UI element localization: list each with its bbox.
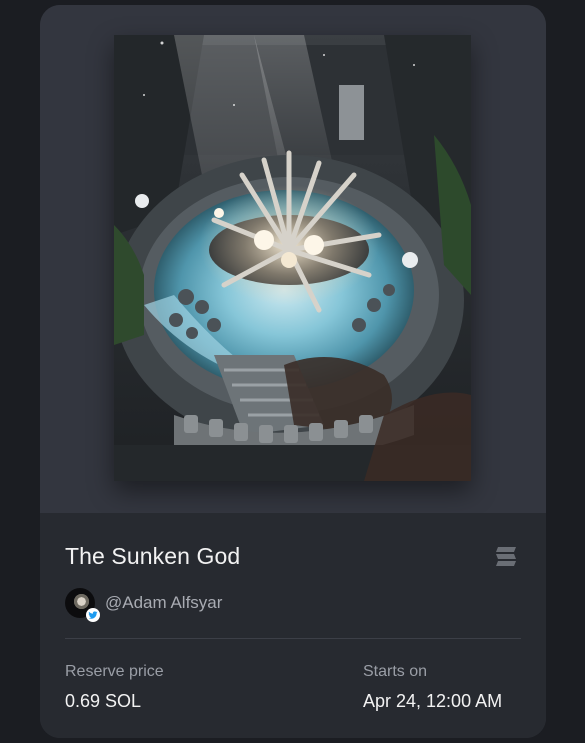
reserve-price-value: 0.69 SOL xyxy=(65,691,142,711)
artwork-area xyxy=(40,5,546,513)
start-date-block: Starts on Apr 24, 12:00 AM xyxy=(363,663,502,712)
stack-icon[interactable] xyxy=(494,546,518,568)
creator-handle[interactable]: @Adam Alfsyar xyxy=(105,593,222,613)
reserve-price-label: Reserve price xyxy=(65,663,164,680)
divider xyxy=(65,638,521,639)
creator-row[interactable]: @Adam Alfsyar xyxy=(65,586,222,622)
nft-card[interactable]: The Sunken God @Adam Alfsyar Reserve pri… xyxy=(40,5,546,738)
twitter-verified-icon xyxy=(86,608,100,622)
start-date-value: Apr 24, 12:00 AM xyxy=(363,691,503,711)
avatar[interactable] xyxy=(65,588,100,622)
artwork-image[interactable] xyxy=(114,35,471,481)
reserve-price-block: Reserve price 0.69 SOL xyxy=(65,663,164,712)
start-date-label: Starts on xyxy=(363,663,428,680)
card-info: The Sunken God @Adam Alfsyar Reserve pri… xyxy=(40,513,546,738)
artwork-title[interactable]: The Sunken God xyxy=(65,543,240,570)
